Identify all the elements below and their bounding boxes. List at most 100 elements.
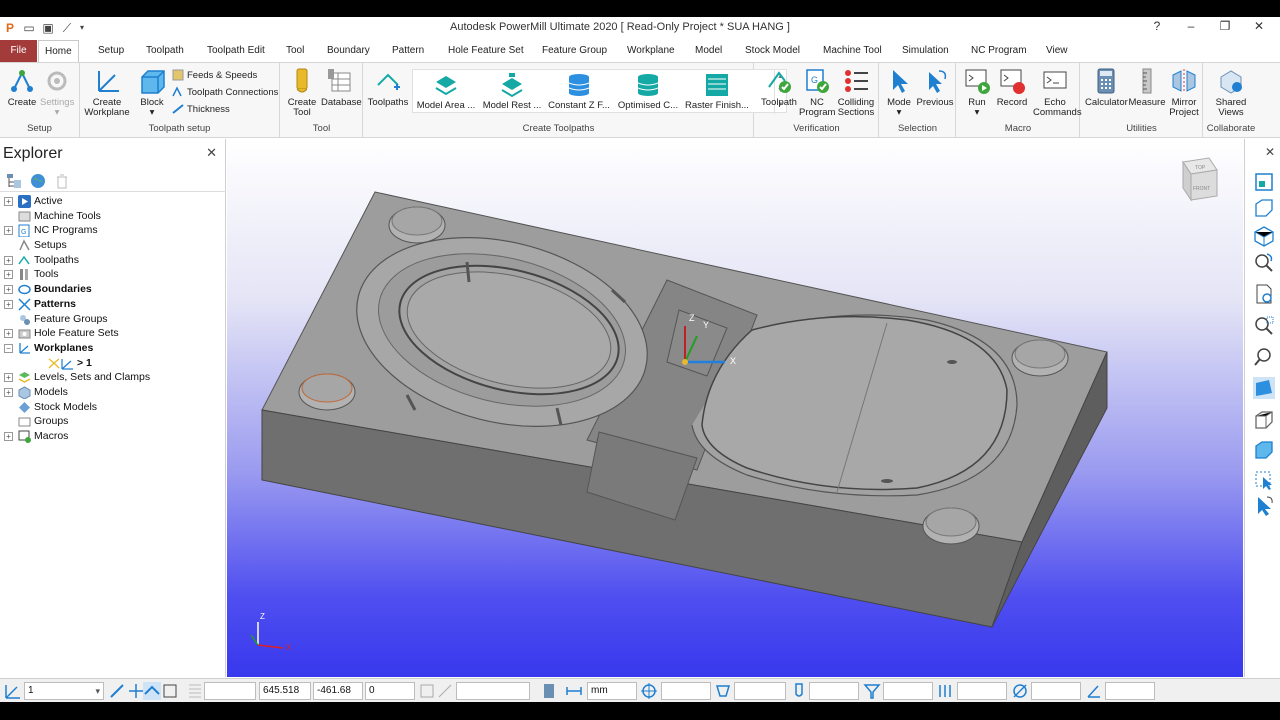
help-icon[interactable]: ? bbox=[1140, 19, 1174, 33]
relative-mode-icon[interactable] bbox=[436, 682, 454, 700]
filter-icon[interactable] bbox=[863, 682, 881, 700]
create-tool-button[interactable]: Create Tool bbox=[285, 67, 319, 118]
tool-diameter-icon[interactable] bbox=[790, 682, 808, 700]
expand-icon[interactable]: + bbox=[4, 270, 13, 280]
tab-pattern[interactable]: Pattern bbox=[386, 40, 430, 62]
tab-boundary[interactable]: Boundary bbox=[321, 40, 376, 62]
tree-item-nc-programs[interactable]: + G NC Programs bbox=[0, 223, 226, 238]
thickness-field[interactable] bbox=[734, 682, 786, 700]
zoom-box-icon[interactable] bbox=[1253, 315, 1275, 337]
tree-item-patterns[interactable]: + Patterns bbox=[0, 297, 226, 312]
snap-icon[interactable] bbox=[143, 682, 161, 700]
stepover-icon[interactable] bbox=[937, 682, 955, 700]
tab-stock-model[interactable]: Stock Model bbox=[739, 40, 806, 62]
zoom-refresh-icon[interactable] bbox=[1253, 252, 1275, 274]
close-button[interactable]: ✕ bbox=[1242, 19, 1276, 33]
tree-item-setups[interactable]: Setups bbox=[0, 238, 226, 253]
select-cursor-icon[interactable] bbox=[1253, 495, 1275, 517]
tree-item-feature-groups[interactable]: Feature Groups bbox=[0, 312, 226, 327]
run-macro-button[interactable]: Run ▾ bbox=[961, 67, 993, 118]
tree-item-toolpaths[interactable]: + Toolpaths bbox=[0, 253, 226, 268]
tab-workplane[interactable]: Workplane bbox=[621, 40, 681, 62]
absolute-mode-icon[interactable] bbox=[418, 682, 436, 700]
settings-button[interactable]: Settings ▾ bbox=[40, 67, 74, 118]
status-blank-field[interactable] bbox=[456, 682, 530, 700]
collapse-icon[interactable]: − bbox=[4, 343, 13, 353]
tab-simulation[interactable]: Simulation bbox=[896, 40, 955, 62]
tab-toolpath-edit[interactable]: Toolpath Edit bbox=[201, 40, 271, 62]
expand-icon[interactable]: + bbox=[4, 226, 13, 236]
z-coordinate-field[interactable]: 0 bbox=[365, 682, 415, 700]
optimised-constant-z-button[interactable]: Optimised C... bbox=[615, 72, 681, 111]
tab-home[interactable]: Home bbox=[38, 40, 79, 63]
solid-view-icon[interactable] bbox=[1253, 439, 1275, 461]
angle-icon[interactable] bbox=[1085, 682, 1103, 700]
constant-z-finishing-button[interactable]: Constant Z F... bbox=[547, 72, 611, 111]
view-fit-icon[interactable] bbox=[1253, 171, 1275, 193]
expand-icon[interactable]: + bbox=[4, 387, 13, 397]
tab-model[interactable]: Model bbox=[689, 40, 728, 62]
toolpath-verify-button[interactable]: Toolpath bbox=[759, 67, 799, 108]
record-macro-button[interactable]: Record bbox=[993, 67, 1031, 108]
expand-icon[interactable]: + bbox=[4, 299, 13, 309]
echo-commands-button[interactable]: Echo Commands bbox=[1033, 67, 1082, 118]
tree-item-workplane-1[interactable]: > 1 bbox=[0, 356, 226, 371]
minimize-button[interactable]: – bbox=[1174, 19, 1208, 33]
tree-item-workplanes[interactable]: − Workplanes bbox=[0, 341, 226, 356]
model-rest-clearance-button[interactable]: Model Rest ... bbox=[481, 72, 543, 111]
raster-finishing-button[interactable]: Raster Finish... bbox=[685, 72, 749, 111]
create-button[interactable]: Create bbox=[6, 67, 38, 108]
block-button[interactable]: Block ▾ bbox=[136, 67, 168, 118]
thickness-status-icon[interactable] bbox=[714, 682, 732, 700]
database-button[interactable]: Database bbox=[321, 67, 362, 108]
tab-nc-program[interactable]: NC Program bbox=[965, 40, 1033, 62]
expand-icon[interactable]: + bbox=[4, 285, 13, 295]
feeds-speeds-button[interactable]: Feeds & Speeds bbox=[172, 69, 257, 81]
thickness-button[interactable]: Thickness bbox=[172, 103, 230, 115]
x-coordinate-field[interactable]: 645.518 bbox=[259, 682, 311, 700]
toolpaths-button[interactable]: Toolpaths bbox=[366, 67, 410, 108]
explorer-close-icon[interactable]: ✕ bbox=[206, 145, 217, 161]
page-refresh-icon[interactable] bbox=[1253, 283, 1275, 305]
tree-item-groups[interactable]: Groups bbox=[0, 414, 226, 429]
tree-item-machine-tools[interactable]: Machine Tools bbox=[0, 209, 226, 224]
iso-view-icon[interactable] bbox=[1253, 197, 1275, 219]
restore-button[interactable]: ❐ bbox=[1208, 19, 1242, 33]
tab-tool[interactable]: Tool bbox=[280, 40, 310, 62]
diameter-field[interactable] bbox=[1031, 682, 1081, 700]
stepover-field[interactable] bbox=[957, 682, 1007, 700]
tree-item-models[interactable]: + Models bbox=[0, 385, 226, 400]
tree-item-hole-feature-sets[interactable]: + Hole Feature Sets bbox=[0, 326, 226, 341]
colliding-sections-button[interactable]: Colliding Sections bbox=[835, 67, 877, 118]
tree-item-tools[interactable]: + Tools bbox=[0, 267, 226, 282]
angle-field[interactable] bbox=[1105, 682, 1155, 700]
filter-field[interactable] bbox=[883, 682, 933, 700]
shared-views-button[interactable]: Shared Views bbox=[1210, 67, 1252, 118]
workplane-status-icon[interactable] bbox=[4, 682, 22, 700]
nc-program-verify-button[interactable]: G NC Program bbox=[799, 67, 835, 118]
tool-axis-icon[interactable] bbox=[108, 682, 126, 700]
tab-hole-feature-set[interactable]: Hole Feature Set bbox=[442, 40, 530, 62]
zoom-out-icon[interactable] bbox=[1253, 346, 1275, 368]
measure-button[interactable]: Measure bbox=[1127, 67, 1167, 108]
expand-icon[interactable]: + bbox=[4, 373, 13, 383]
grid-snap-icon[interactable] bbox=[161, 682, 179, 700]
previous-button[interactable]: Previous bbox=[916, 67, 954, 108]
tab-feature-group[interactable]: Feature Group bbox=[536, 40, 613, 62]
graphics-viewport[interactable]: Z Y X TOP FRONT Z X bbox=[227, 140, 1243, 677]
tab-file[interactable]: File bbox=[0, 40, 37, 62]
tree-view-icon[interactable] bbox=[6, 173, 22, 189]
tree-item-levels-sets-clamps[interactable]: + Levels, Sets and Clamps bbox=[0, 370, 226, 385]
tab-machine-tool[interactable]: Machine Tool bbox=[817, 40, 888, 62]
tab-setup[interactable]: Setup bbox=[92, 40, 130, 62]
mode-button[interactable]: Mode ▾ bbox=[882, 67, 916, 118]
wireframe-view-icon[interactable] bbox=[1253, 409, 1275, 431]
mirror-project-button[interactable]: Mirror Project bbox=[1167, 67, 1201, 118]
create-workplane-button[interactable]: Create Workplane bbox=[82, 67, 132, 118]
crosshair-icon[interactable] bbox=[640, 682, 658, 700]
y-coordinate-field[interactable]: -461.68 bbox=[313, 682, 363, 700]
calculator-button[interactable]: Calculator bbox=[1085, 67, 1128, 108]
coordinate-blank-field[interactable] bbox=[204, 682, 256, 700]
shaded-view-icon[interactable] bbox=[1253, 377, 1275, 399]
tree-item-macros[interactable]: + Macros bbox=[0, 429, 226, 444]
